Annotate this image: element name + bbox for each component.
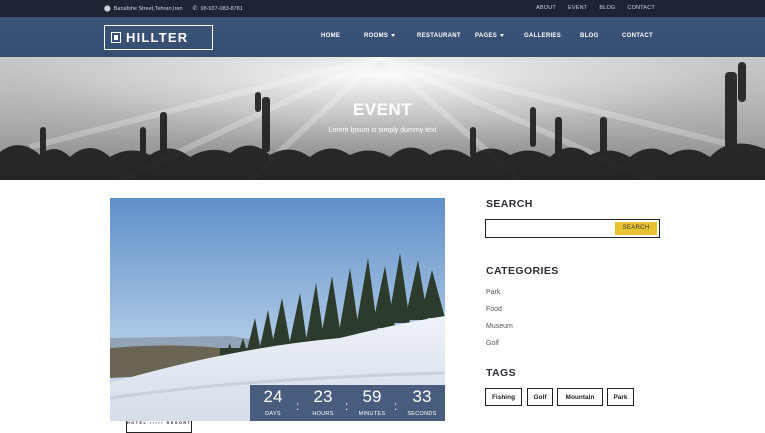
category-link[interactable]: Museum	[486, 323, 513, 330]
tag-button[interactable]: Mountain	[557, 388, 603, 406]
page-title: EVENT	[352, 100, 413, 119]
nav-home[interactable]: HOME	[321, 33, 340, 39]
main-navigation: HILLTER HOTEL ▪▪▪▪▪ RESORT HOME ROOMS RE…	[0, 17, 765, 433]
map-pin-icon: ⬤	[104, 6, 111, 12]
categories-heading: CATEGORIES	[486, 265, 559, 277]
search-button[interactable]: SEARCH	[615, 221, 657, 235]
countdown-hours: 23 HOURS	[312, 387, 334, 417]
address-info: ⬤ Banafshe Street,Tehran,Iran	[104, 6, 183, 12]
countdown-separator: :	[296, 399, 300, 413]
top-link-event[interactable]: EVENT	[568, 5, 587, 11]
phone-info: ✆ 98-937-083-8781	[192, 6, 243, 12]
nav-blog[interactable]: BLOG	[580, 33, 599, 39]
top-bar: ⬤ Banafshe Street,Tehran,Iran ✆ 98-937-083…	[0, 0, 765, 17]
nav-rooms[interactable]: ROOMS	[364, 33, 396, 39]
countdown-separator: :	[345, 399, 349, 413]
nav-galleries[interactable]: GALLERIES	[524, 33, 561, 39]
tag-button[interactable]: Golf	[527, 388, 553, 406]
top-link-about[interactable]: ABOUT	[536, 5, 556, 11]
top-link-contact[interactable]: CONTACT	[627, 5, 655, 11]
countdown-seconds: 33 SECONDS	[407, 387, 437, 417]
top-link-blog[interactable]: BLOG	[599, 5, 615, 11]
countdown-separator: :	[394, 399, 398, 413]
nav-contact[interactable]: CONTACT	[622, 33, 653, 39]
page-subtitle: Lorem Ipsum is simply dummy text	[328, 127, 437, 134]
logo-brand: HILLTER	[126, 30, 189, 45]
site-logo[interactable]: HILLTER HOTEL ▪▪▪▪▪ RESORT	[104, 25, 213, 433]
chevron-down-icon	[391, 33, 396, 37]
logo-castle-icon	[111, 32, 121, 43]
category-link[interactable]: Golf	[486, 340, 499, 347]
chevron-down-icon	[500, 33, 505, 37]
countdown-timer: 24 DAYS : 23 HOURS : 59 MINUTES : 33 SEC…	[250, 385, 445, 421]
nav-pages[interactable]: PAGES	[475, 33, 505, 39]
tag-button[interactable]: Park	[607, 388, 634, 406]
tag-button[interactable]: Fishing	[485, 388, 522, 406]
countdown-days: 24 DAYS	[263, 387, 283, 417]
phone-icon: ✆	[192, 6, 198, 12]
nav-restaurant[interactable]: RESTAURANT	[417, 33, 461, 39]
category-link[interactable]: Food	[486, 306, 502, 313]
search-input[interactable]	[489, 221, 611, 235]
search-heading: SEARCH	[486, 198, 533, 210]
category-link[interactable]: Park	[486, 289, 500, 296]
countdown-minutes: 59 MINUTES	[358, 387, 386, 417]
hero-banner: EVENT Lorem Ipsum is simply dummy text	[0, 57, 765, 180]
search-form: SEARCH	[485, 219, 660, 238]
tags-heading: TAGS	[486, 367, 516, 379]
